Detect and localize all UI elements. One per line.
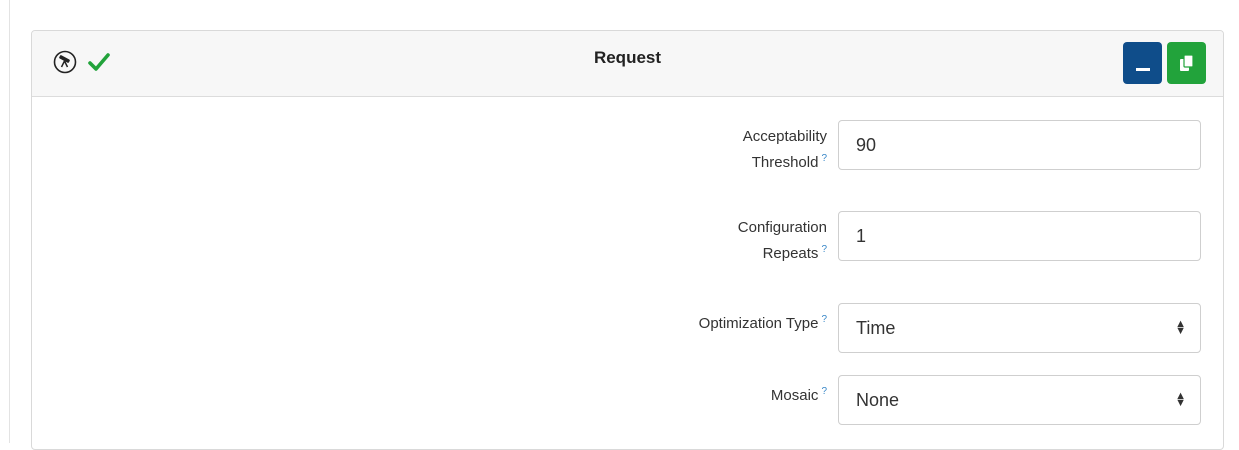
configuration-repeats-row: Configuration Repeats? 1 — [32, 211, 1223, 263]
optimization-type-label: Optimization Type? — [698, 314, 827, 332]
help-icon[interactable]: ? — [821, 244, 827, 255]
help-icon[interactable]: ? — [821, 153, 827, 164]
acceptability-threshold-label: Acceptability Threshold? — [742, 128, 827, 171]
acceptability-threshold-row: Acceptability Threshold? 90 — [32, 120, 1223, 172]
configuration-repeats-label: Configuration Repeats? — [737, 219, 827, 262]
configuration-repeats-input[interactable]: 1 — [838, 211, 1201, 261]
optimization-type-select[interactable]: Time ▲ ▼ — [838, 303, 1201, 353]
left-divider — [9, 0, 10, 443]
select-arrows-icon: ▲ ▼ — [1175, 390, 1186, 409]
collapse-button[interactable] — [1123, 42, 1162, 84]
acceptability-threshold-input[interactable]: 90 — [838, 120, 1201, 170]
help-icon[interactable]: ? — [821, 386, 827, 397]
copy-button[interactable] — [1167, 42, 1206, 84]
help-icon[interactable]: ? — [821, 314, 827, 325]
panel-header: Request — [32, 31, 1223, 97]
mosaic-select[interactable]: None ▲ ▼ — [838, 375, 1201, 425]
select-arrows-icon: ▲ ▼ — [1175, 318, 1186, 337]
optimization-type-row: Optimization Type? Time ▲ ▼ — [32, 303, 1223, 355]
header-buttons — [1123, 42, 1206, 84]
panel-title: Request — [593, 48, 662, 67]
copy-icon — [1179, 54, 1194, 71]
minus-icon — [1135, 67, 1150, 71]
mosaic-row: Mosaic? None ▲ ▼ — [32, 375, 1223, 427]
request-panel: Request Acceptability Threshold? 90 Conf… — [31, 30, 1224, 450]
mosaic-label: Mosaic? — [770, 386, 827, 404]
